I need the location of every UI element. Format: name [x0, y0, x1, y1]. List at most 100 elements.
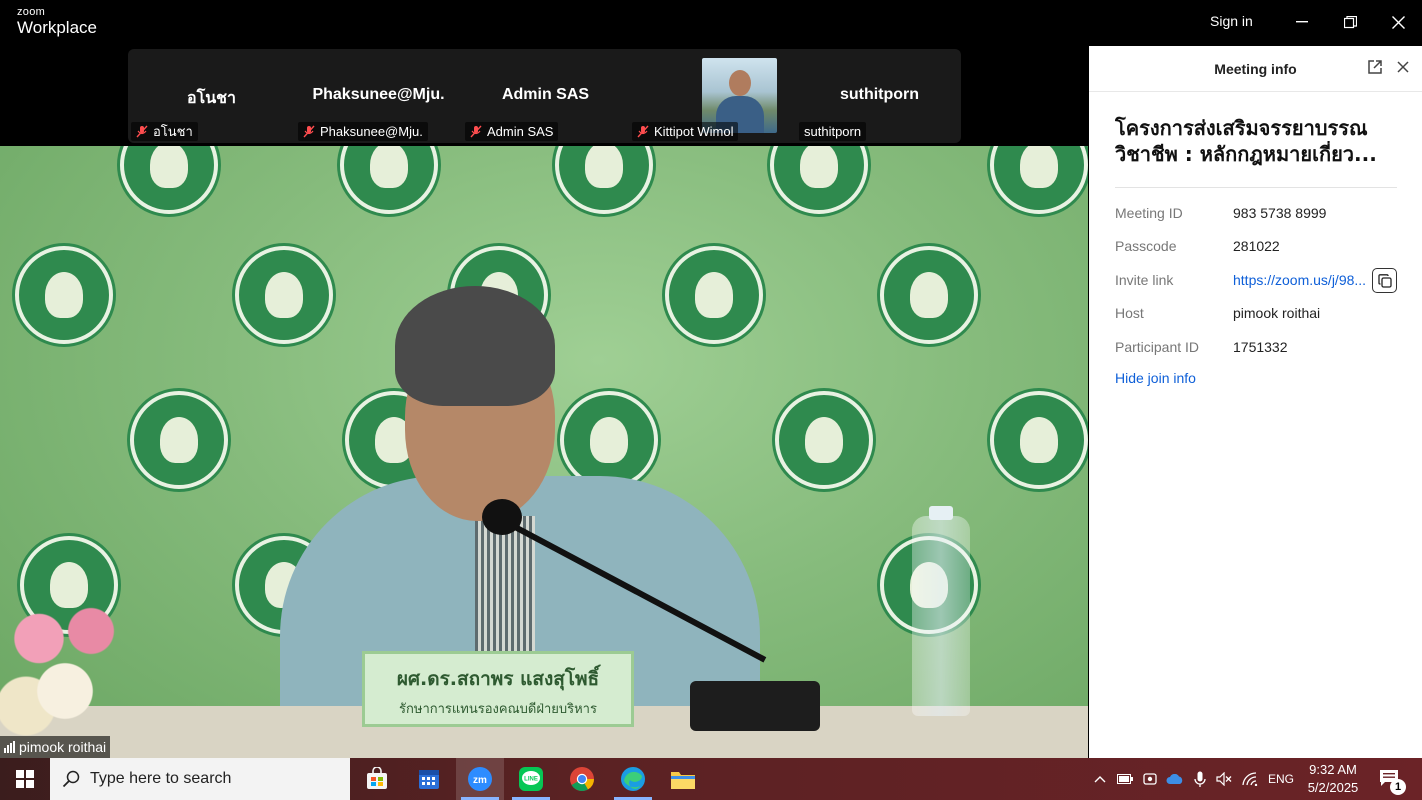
participant-tile[interactable]: Admin SAS Admin SAS — [462, 49, 629, 143]
meeting-info-panel: Meeting info โครงการส่งเสริมจรรยาบรรณ วิ… — [1089, 46, 1422, 758]
line-app-button[interactable]: LINE — [507, 758, 555, 800]
store-icon — [367, 767, 387, 789]
video-stage: อโนชา อโนชา Phaksunee@Mju. Phaksunee@Mju… — [0, 46, 1088, 758]
copy-icon — [1377, 273, 1392, 288]
svg-text:zm: zm — [473, 775, 487, 786]
popout-button[interactable] — [1367, 59, 1383, 80]
copy-link-button[interactable] — [1372, 268, 1397, 293]
notification-center-button[interactable]: 1 — [1376, 766, 1406, 795]
participant-label-text: Kittipot Wimol — [654, 124, 734, 139]
search-placeholder: Type here to search — [90, 770, 232, 787]
microsoft-store-button[interactable] — [353, 758, 401, 800]
mic-muted-icon — [303, 125, 315, 138]
participant-id-row: Participant ID 1751332 — [1115, 339, 1405, 359]
participant-label-text: Phaksunee@Mju. — [320, 124, 423, 139]
participant-label-text: อโนชา — [153, 124, 193, 139]
battery-button[interactable] — [1114, 758, 1136, 800]
participant-name: Admin SAS — [501, 86, 590, 103]
taskbar-search[interactable]: Type here to search — [50, 758, 350, 800]
microphone-status-button[interactable] — [1189, 758, 1211, 800]
active-speaker-name: pimook roithai — [19, 739, 107, 755]
invite-link[interactable]: https://zoom.us/j/98... — [1233, 272, 1373, 288]
network-button[interactable] — [1239, 758, 1261, 800]
brand-small: zoom — [17, 6, 46, 18]
hide-join-info-link[interactable]: Hide join info — [1115, 370, 1196, 386]
meeting-title-line: โครงการส่งเสริมจรรยาบรรณ — [1115, 116, 1368, 140]
participant-label-text: Admin SAS — [487, 124, 554, 139]
mic-muted-icon — [136, 125, 148, 138]
volume-muted-icon — [1216, 772, 1232, 786]
participant-tile[interactable]: Kittipot Wimol — [629, 49, 796, 143]
wifi-icon — [1242, 772, 1258, 786]
panel-close-button[interactable] — [1395, 59, 1411, 80]
calendar-button[interactable] — [405, 758, 453, 800]
chevron-up-icon — [1094, 776, 1106, 783]
webcam-icon — [1143, 773, 1157, 785]
windows-logo-icon — [16, 770, 34, 788]
mic-muted-icon — [637, 125, 649, 138]
windows-taskbar: Type here to search zm LINE ENG 9:32 AM … — [0, 758, 1422, 800]
main-speaker-video: ผศ.ดร.สถาพร แสงสุโพธิ์ รักษาการแทนรองคณบ… — [0, 146, 1088, 758]
search-icon — [62, 770, 80, 788]
participant-name: อโนชา — [187, 90, 236, 107]
participant-label-text: suthitporn — [804, 124, 862, 139]
invite-link-row: Invite link https://zoom.us/j/98... — [1115, 272, 1405, 292]
passcode-row: Passcode 281022 — [1115, 238, 1405, 258]
info-key: Invite link — [1115, 272, 1174, 288]
nameplate-position: รักษาการแทนรองคณบดีฝ่ายบริหาร — [399, 702, 597, 717]
info-key: Passcode — [1115, 238, 1177, 254]
close-button[interactable] — [1383, 8, 1413, 36]
taskbar-clock[interactable]: 9:32 AM 5/2/2025 — [1303, 761, 1363, 797]
clock-time: 9:32 AM — [1309, 762, 1357, 777]
sign-in-button[interactable]: Sign in — [1210, 13, 1253, 29]
meeting-title: โครงการส่งเสริมจรรยาบรรณ วิชาชีพ : หลักก… — [1115, 115, 1400, 167]
participant-label: Kittipot Wimol — [632, 122, 739, 141]
calendar-icon — [419, 770, 439, 789]
participant-name: suthitporn — [839, 86, 920, 103]
cloud-icon — [1166, 773, 1183, 784]
meeting-id-row: Meeting ID 983 5738 8999 — [1115, 205, 1405, 225]
zoom-app-button[interactable]: zm — [456, 758, 504, 800]
battery-icon — [1117, 774, 1133, 784]
minimize-button[interactable] — [1287, 8, 1317, 36]
start-button[interactable] — [0, 758, 50, 800]
clock-date: 5/2/2025 — [1307, 780, 1359, 795]
restore-button[interactable] — [1335, 8, 1365, 36]
svg-text:LINE: LINE — [524, 777, 538, 783]
show-hidden-icons-button[interactable] — [1090, 758, 1110, 800]
folder-icon — [671, 772, 695, 789]
restore-icon — [1343, 15, 1357, 28]
participant-name: Phaksunee@Mju. — [312, 86, 445, 103]
participant-label: Phaksunee@Mju. — [298, 122, 428, 141]
info-key: Meeting ID — [1115, 205, 1183, 221]
mic-muted-icon — [470, 125, 482, 138]
chrome-button[interactable] — [558, 758, 606, 800]
passcode-value: 281022 — [1233, 238, 1280, 254]
nameplate-name: ผศ.ดร.สถาพร แสงสุโพธิ์ — [396, 668, 600, 690]
meeting-id-value: 983 5738 8999 — [1233, 205, 1327, 221]
participant-strip: อโนชา อโนชา Phaksunee@Mju. Phaksunee@Mju… — [128, 49, 961, 143]
notification-badge: 1 — [1390, 779, 1406, 795]
zoom-workplace-logo: zoom Workplace — [17, 6, 97, 37]
participant-tile[interactable]: Phaksunee@Mju. Phaksunee@Mju. — [295, 49, 462, 143]
info-key: Participant ID — [1115, 339, 1200, 355]
file-explorer-button[interactable] — [659, 758, 707, 800]
participant-tile[interactable]: อโนชา อโนชา — [128, 49, 295, 143]
active-speaker-label: pimook roithai — [0, 736, 111, 758]
brand-big: Workplace — [17, 18, 97, 37]
chrome-icon — [570, 767, 594, 792]
minimize-icon — [1296, 21, 1308, 23]
popout-icon — [1368, 60, 1382, 74]
panel-header: Meeting info — [1089, 46, 1422, 92]
participant-tile[interactable]: suthitporn suthitporn — [796, 49, 963, 143]
volume-button[interactable] — [1213, 758, 1235, 800]
close-icon — [1391, 15, 1405, 29]
meet-now-button[interactable] — [1139, 758, 1161, 800]
zoom-icon: zm — [468, 767, 492, 791]
divider — [1115, 187, 1397, 188]
line-icon: LINE — [519, 767, 543, 791]
microphone-icon — [1194, 771, 1206, 787]
edge-button[interactable] — [609, 758, 657, 800]
input-language-button[interactable]: ENG — [1264, 758, 1298, 800]
onedrive-button[interactable] — [1164, 758, 1186, 800]
